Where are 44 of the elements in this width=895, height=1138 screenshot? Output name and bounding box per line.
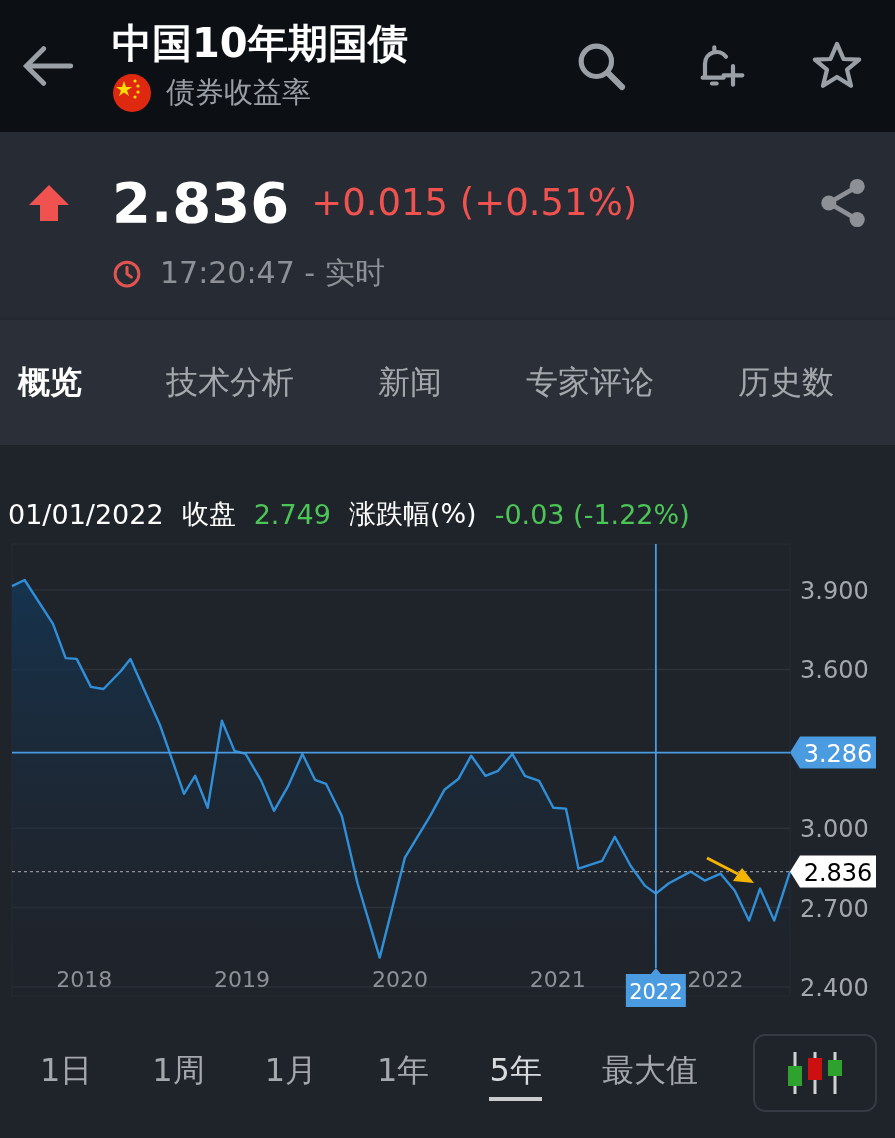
price-change: +0.015 (+0.51%): [311, 181, 639, 224]
range-tab[interactable]: 1日: [40, 1045, 93, 1101]
range-tab[interactable]: 最大值: [601, 1045, 698, 1101]
back-icon[interactable]: [22, 46, 74, 86]
axis-label: 2020: [371, 967, 428, 992]
axis-label: 3.600: [800, 656, 869, 685]
price-value: 2.836: [112, 170, 290, 235]
range-tab[interactable]: 1年: [377, 1045, 430, 1101]
update-time: 17:20:47 - 实时: [160, 254, 385, 292]
value-tag: 2.836: [790, 855, 876, 888]
ref-line-label: 2022: [629, 980, 683, 1004]
ref-line-label: 3.286: [803, 739, 873, 768]
axis-label: 3.000: [800, 815, 869, 844]
axis-label: 2.400: [800, 974, 869, 1002]
page-title: 中国10年期国债: [112, 19, 409, 67]
change-label: 涨跌幅(%): [348, 497, 477, 531]
axis-label: 3.900: [800, 577, 869, 606]
tab[interactable]: 新闻: [378, 360, 442, 405]
value-tag: 3.286: [790, 736, 876, 769]
axis-label: 2019: [214, 967, 271, 992]
axis-label: 2022: [687, 967, 744, 992]
tab[interactable]: 历史数: [738, 360, 834, 405]
candlestick-icon: [787, 1050, 843, 1096]
range-tab[interactable]: 5年: [489, 1045, 542, 1101]
date-tag: 2022: [625, 968, 686, 1007]
tab[interactable]: 专家评论: [526, 360, 654, 405]
range-tab[interactable]: 1周: [152, 1045, 205, 1101]
axis-label: 2.700: [800, 894, 869, 923]
tab[interactable]: 概览: [18, 360, 82, 405]
close-label: 收盘: [181, 497, 236, 531]
ref-line-label: 2.836: [803, 858, 873, 887]
tab[interactable]: 技术分析: [166, 360, 294, 405]
share-icon[interactable]: [819, 176, 867, 229]
subtitle: 债券收益率: [166, 74, 311, 111]
annotation-arrow: [706, 856, 754, 883]
close-value: 2.749: [253, 498, 331, 530]
axis-label: 2018: [56, 967, 113, 992]
range-tab[interactable]: 1月: [264, 1045, 318, 1101]
clock-icon: [112, 258, 142, 289]
flag-icon: [112, 73, 152, 113]
chart-date: 01/01/2022: [8, 498, 164, 530]
chart-type-button[interactable]: [753, 1034, 877, 1112]
change-value: -0.03 (-1.22%): [494, 498, 690, 530]
axis-label: 2021: [529, 967, 586, 992]
